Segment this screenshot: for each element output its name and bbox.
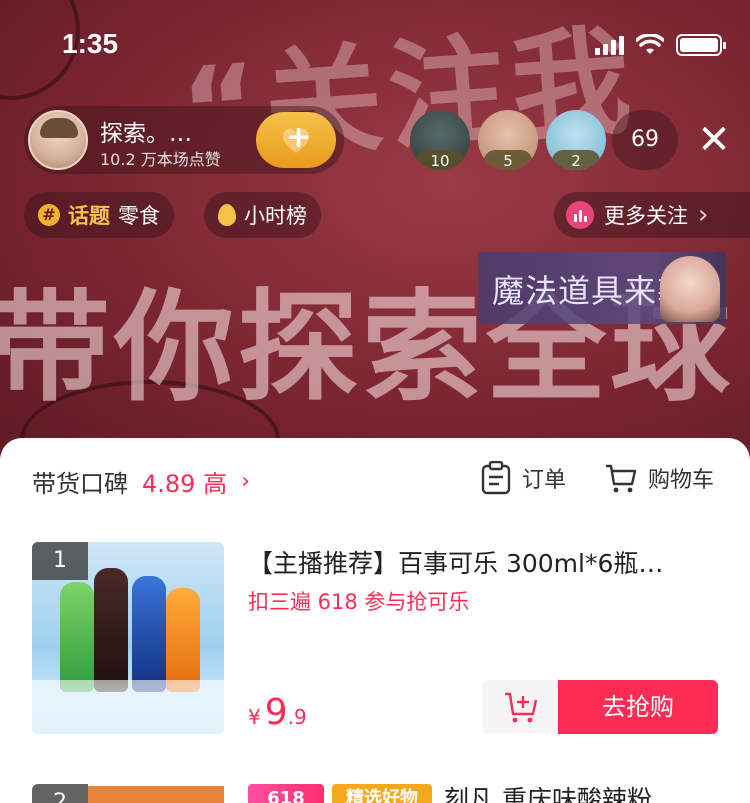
product-price: ¥ 9 .9 [248,692,307,733]
more-follow-label: 更多关注 [604,204,688,228]
ice-image [32,680,224,734]
bottle-image [166,588,200,692]
bottle-image [132,576,166,692]
viewer-rank-badge: 5 [484,150,532,170]
viewer-avatar[interactable]: 5 [478,110,538,170]
chevron-right-icon: › [698,200,709,230]
cart-icon [606,464,637,493]
wifi-icon [636,34,664,54]
cellular-signal-icon [595,35,624,55]
follow-plus-symbol: + [286,120,312,155]
close-icon[interactable]: ✕ [692,118,736,162]
chevron-right-icon: › [241,469,250,494]
product-image[interactable] [88,786,224,803]
product-rank-badge: 2 [32,784,88,803]
price-integer: 9 [264,692,288,733]
rating-label: 带货口碑 [32,470,128,498]
topic-label: 话题 [68,204,110,228]
hashtag-icon: # [38,204,60,226]
buy-now-button[interactable]: 去抢购 [558,680,718,734]
flame-icon [218,204,236,226]
shopping-cart-button[interactable]: 购物车 [604,458,714,498]
product-promo: 扣三遍 618 参与抢可乐 [248,590,470,614]
bottle-image [60,582,94,692]
order-clipboard-icon [481,461,511,495]
hourly-rank-label: 小时榜 [244,204,307,228]
product-image[interactable]: 1 [32,542,224,734]
add-to-cart-button[interactable] [482,680,562,734]
viewer-avatar[interactable]: 2 [546,110,606,170]
orders-label: 订单 [522,468,567,493]
product-rank-badge: 1 [32,542,88,580]
follow-button[interactable]: + [256,112,336,168]
orders-button[interactable]: 订单 [480,458,566,498]
featured-badge: 精选好物 [332,784,432,803]
status-time: 1:35 [62,28,119,59]
product-title[interactable]: 【主播推荐】百事可乐 300ml*6瓶… [248,544,663,580]
viewer-rank-badge: 10 [416,150,464,170]
cart-plus-icon [505,692,538,723]
shop-rating[interactable]: 带货口碑 4.89 高 › [32,464,250,499]
magic-props-banner[interactable]: 魔法道具来袭 [478,252,726,324]
price-decimal: .9 [287,705,307,729]
bottle-image [94,568,128,692]
topic-tag[interactable]: # 话题 零食 [24,192,174,238]
host-likes: 10.2 万本场点赞 [100,150,221,169]
doll-character-image [660,256,720,322]
rating-score: 4.89 高 [142,470,228,498]
host-name: 探索。… [100,121,192,147]
hourly-rank-tag[interactable]: 小时榜 [204,192,321,238]
status-bar: 1:35 [0,0,750,90]
heart-plus-icon: + [278,120,314,155]
price-currency: ¥ [248,705,261,729]
host-avatar[interactable] [28,110,88,170]
status-icons [595,34,726,56]
more-follow-button[interactable]: 更多关注 › [554,192,750,238]
viewer-count[interactable]: 69 [612,110,678,170]
product-panel: 带货口碑 4.89 高 › 订单 购物车 1 【主播推荐】百事可乐 300ml*… [0,438,750,803]
product-title[interactable]: 刻凡 重庆味酸辣粉 [444,780,652,803]
viewer-avatar[interactable]: 10 [410,110,470,170]
promo-618-badge: 618 [248,784,324,803]
topic-value: 零食 [118,204,160,228]
cart-label: 购物车 [648,468,715,493]
viewer-rank-badge: 2 [552,150,600,170]
battery-icon [676,34,726,56]
ranking-bars-icon [566,201,594,229]
